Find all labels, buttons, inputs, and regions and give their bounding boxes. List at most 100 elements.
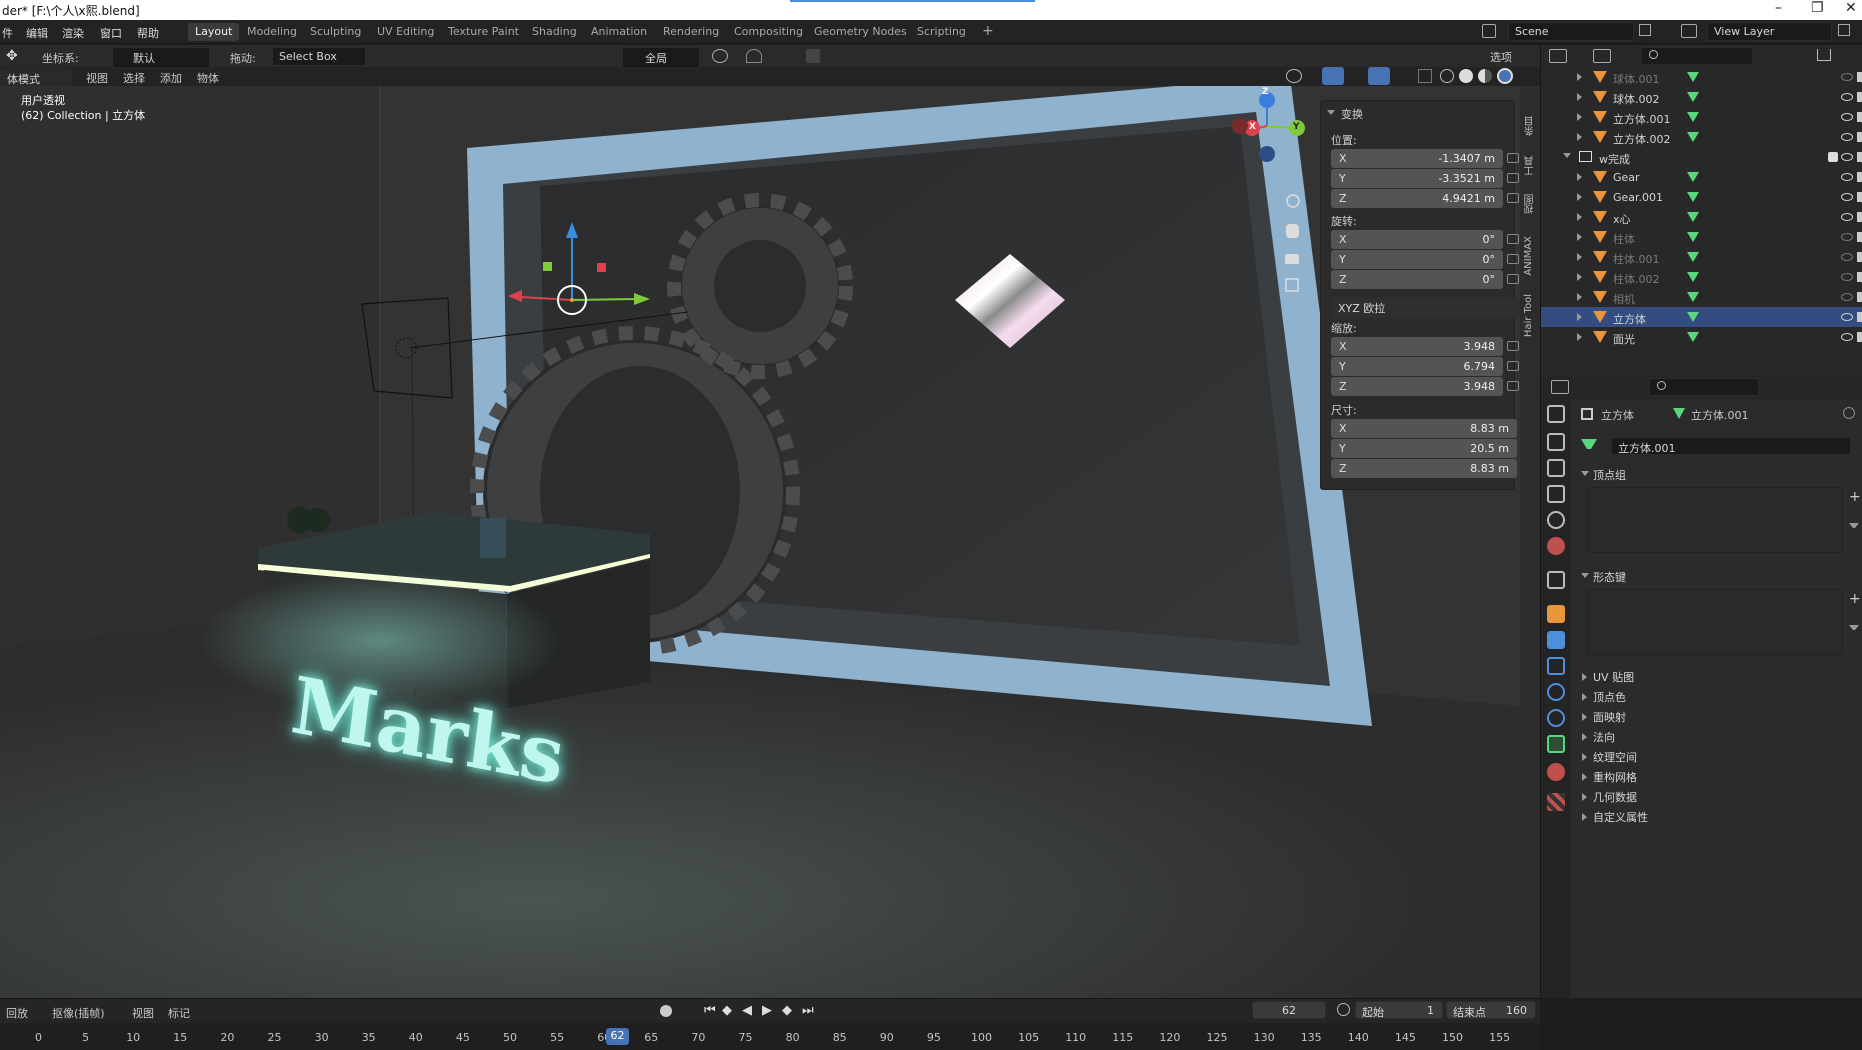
outliner-object-row[interactable]: Gear xyxy=(1541,167,1862,187)
visibility-icon[interactable] xyxy=(1286,69,1302,83)
scale-x-field[interactable]: X 3.948 xyxy=(1331,337,1503,356)
editor-type-icon[interactable] xyxy=(1551,380,1569,394)
mesh-data-icon[interactable] xyxy=(1687,92,1699,102)
specials-menu-icon[interactable] xyxy=(1849,523,1859,533)
scale-y-field[interactable]: Y 6.794 xyxy=(1331,357,1503,376)
wireframe-shading-icon[interactable] xyxy=(1440,69,1454,83)
render-camera-icon[interactable] xyxy=(1857,252,1862,262)
visibility-eye-icon[interactable] xyxy=(1841,93,1853,101)
gizmo-toggle-icon[interactable] xyxy=(1322,67,1344,85)
xray-icon[interactable] xyxy=(1418,69,1432,83)
render-camera-icon[interactable] xyxy=(1857,212,1862,222)
tab-animax[interactable]: ANIMAX xyxy=(1523,236,1534,276)
visibility-eye-icon[interactable] xyxy=(1841,153,1853,161)
lock-icon[interactable] xyxy=(1507,274,1519,284)
vertex-groups-list[interactable] xyxy=(1587,487,1843,553)
render-camera-icon[interactable] xyxy=(1857,312,1862,322)
maximize-button[interactable]: ❐ xyxy=(1811,0,1824,16)
outliner-search-input[interactable] xyxy=(1641,47,1753,65)
tab-animation[interactable]: Animation xyxy=(584,23,654,41)
filter-icon[interactable] xyxy=(1817,49,1831,61)
visibility-eye-icon[interactable] xyxy=(1841,313,1853,321)
mesh-data-icon[interactable] xyxy=(1687,252,1699,262)
properties-panel-header[interactable]: 面映射 xyxy=(1593,709,1626,725)
pan-hand-icon[interactable] xyxy=(1283,220,1303,240)
render-camera-icon[interactable] xyxy=(1857,172,1862,182)
render-tab-icon[interactable] xyxy=(1547,433,1565,451)
transform-header[interactable]: 变换 xyxy=(1341,106,1363,122)
expand-arrow-icon[interactable] xyxy=(1577,113,1582,121)
add-vertex-group-button[interactable]: + xyxy=(1849,489,1861,505)
properties-panel-header[interactable]: UV 贴图 xyxy=(1593,669,1634,685)
expand-arrow-icon[interactable] xyxy=(1577,133,1582,141)
scale-z-field[interactable]: Z 3.948 xyxy=(1331,377,1503,396)
visibility-eye-icon[interactable] xyxy=(1841,193,1853,201)
move-tool-icon[interactable]: ✥ xyxy=(6,48,24,64)
drag-dropdown[interactable]: Select Box xyxy=(272,47,366,66)
viewport-menu-select[interactable]: 选择 xyxy=(123,70,145,86)
snap-target-icon[interactable] xyxy=(806,49,820,63)
outliner-object-row[interactable]: 柱体.001 xyxy=(1541,247,1862,267)
vertex-groups-header[interactable]: 顶点组 xyxy=(1593,467,1626,483)
panel-collapse-icon[interactable] xyxy=(1581,471,1589,476)
location-z-field[interactable]: Z 4.9421 m xyxy=(1331,189,1503,208)
render-camera-icon[interactable] xyxy=(1857,92,1862,102)
expand-arrow-icon[interactable] xyxy=(1577,313,1582,321)
visibility-eye-icon[interactable] xyxy=(1841,73,1853,81)
gizmo-x-label[interactable]: X xyxy=(1249,122,1256,132)
visibility-eye-icon[interactable] xyxy=(1841,213,1853,221)
outliner-object-row[interactable]: 立方体.001 xyxy=(1541,107,1862,127)
expand-arrow-icon[interactable] xyxy=(1577,73,1582,81)
scene-selector[interactable]: Scene xyxy=(1508,22,1634,41)
coord-system-dropdown[interactable]: 默认 xyxy=(112,47,210,69)
add-shape-key-button[interactable]: + xyxy=(1849,591,1861,607)
menu-file[interactable]: 件 xyxy=(2,25,13,41)
lock-icon[interactable] xyxy=(1507,153,1519,163)
properties-panel-header[interactable]: 顶点色 xyxy=(1593,689,1626,705)
shape-keys-header[interactable]: 形态键 xyxy=(1593,569,1626,585)
expand-arrow-icon[interactable] xyxy=(1577,273,1582,281)
properties-panel-header[interactable]: 重构网格 xyxy=(1593,769,1637,785)
visibility-eye-icon[interactable] xyxy=(1841,173,1853,181)
expand-arrow-icon[interactable] xyxy=(1577,333,1582,341)
specials-menu-icon[interactable] xyxy=(1849,625,1859,635)
panel-expand-icon[interactable] xyxy=(1582,793,1587,801)
mesh-data-icon[interactable] xyxy=(1687,172,1699,182)
new-scene-icon[interactable] xyxy=(1639,24,1651,36)
output-tab-icon[interactable] xyxy=(1547,459,1565,477)
3d-viewport[interactable]: 用户透视 (62) Collection | 立方体 Marks Z X Y xyxy=(0,86,1520,998)
camera-view-icon[interactable] xyxy=(1283,249,1303,269)
proportional-edit-icon[interactable] xyxy=(746,49,762,63)
properties-panel-header[interactable]: 法向 xyxy=(1593,729,1615,745)
panel-expand-icon[interactable] xyxy=(1582,733,1587,741)
render-camera-icon[interactable] xyxy=(1857,272,1862,282)
world-tab-icon[interactable] xyxy=(1547,537,1565,555)
panel-expand-icon[interactable] xyxy=(1582,673,1587,681)
view-layer-tab-icon[interactable] xyxy=(1547,485,1565,503)
visibility-eye-icon[interactable] xyxy=(1841,253,1853,261)
display-mode-icon[interactable] xyxy=(1593,49,1611,63)
outliner-object-row[interactable]: 柱体 xyxy=(1541,227,1862,247)
dimensions-y-field[interactable]: Y 20.5 m xyxy=(1331,439,1517,458)
mesh-data-icon[interactable] xyxy=(1687,72,1699,82)
modifier-tab-icon[interactable] xyxy=(1547,631,1565,649)
render-camera-icon[interactable] xyxy=(1857,132,1862,142)
dimensions-z-field[interactable]: Z 8.83 m xyxy=(1331,459,1517,478)
mesh-browse-icon[interactable] xyxy=(1581,439,1597,451)
panel-expand-icon[interactable] xyxy=(1582,713,1587,721)
tab-scripting[interactable]: Scripting xyxy=(910,23,973,41)
collection-tab-icon[interactable] xyxy=(1547,571,1565,589)
tab-rendering[interactable]: Rendering xyxy=(656,23,726,41)
render-camera-icon[interactable] xyxy=(1857,292,1862,302)
outliner-object-row[interactable]: 面光 xyxy=(1541,327,1862,347)
tab-shading[interactable]: Shading xyxy=(525,23,584,41)
panel-expand-icon[interactable] xyxy=(1582,753,1587,761)
viewport-menu-add[interactable]: 添加 xyxy=(160,70,182,86)
rendered-shading-icon[interactable] xyxy=(1497,68,1513,84)
visibility-eye-icon[interactable] xyxy=(1841,333,1853,341)
expand-arrow-icon[interactable] xyxy=(1563,153,1571,158)
expand-arrow-icon[interactable] xyxy=(1577,293,1582,301)
overlay-toggle-icon[interactable] xyxy=(1368,67,1390,85)
render-camera-icon[interactable] xyxy=(1857,72,1862,82)
gizmo-y-label[interactable]: Y xyxy=(1293,122,1300,132)
